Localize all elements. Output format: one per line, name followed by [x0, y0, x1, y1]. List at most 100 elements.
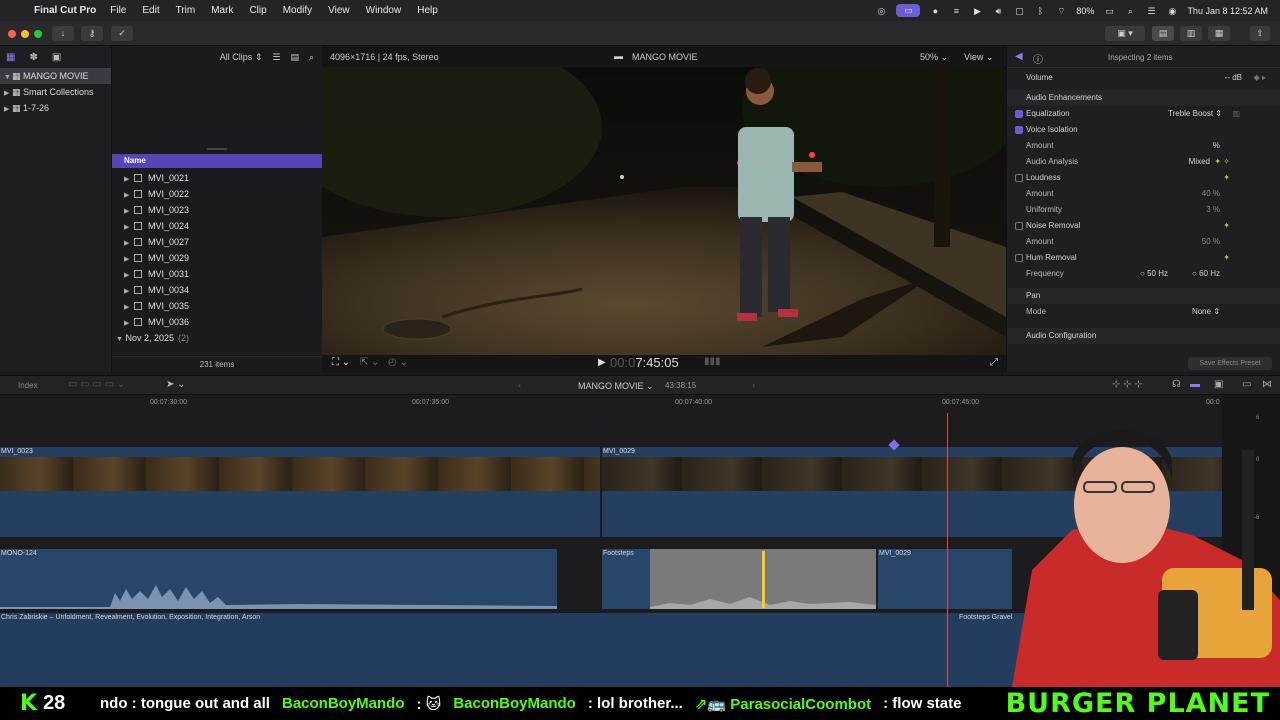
loudness-amount-value[interactable]: 40 %: [1202, 186, 1220, 202]
play-icon[interactable]: ▶: [971, 6, 983, 16]
screen-share-icon[interactable]: ▭: [896, 4, 921, 17]
layout-browser-icon[interactable]: ▤: [1152, 26, 1174, 41]
layout-inspector-icon[interactable]: ▦: [1208, 26, 1230, 41]
noise-removal-checkbox[interactable]: [1015, 222, 1023, 230]
menu-view[interactable]: View: [328, 5, 350, 16]
divider-handle[interactable]: [207, 148, 227, 150]
playhead[interactable]: [947, 413, 948, 687]
audio-enhancements-header[interactable]: Audio Enhancements: [1007, 90, 1280, 106]
date-group[interactable]: ▼ Nov 2, 2025 (2): [112, 330, 322, 346]
frequency-60-radio[interactable]: ○ 60 Hz: [1192, 266, 1220, 282]
zoom-window-button[interactable]: [34, 30, 42, 38]
clock[interactable]: Thu Jan 8 12:52 AM: [1187, 6, 1268, 16]
zoom-dropdown[interactable]: 50% ⌄: [920, 52, 948, 63]
list-item[interactable]: ▶ MVI_0022: [112, 186, 322, 202]
wand-icon[interactable]: ✦: [1223, 218, 1230, 234]
list-item[interactable]: ▶ MVI_0029: [112, 250, 322, 266]
control-center-icon[interactable]: ☰: [1145, 6, 1157, 16]
wifi-icon[interactable]: ⌔: [1055, 6, 1067, 16]
list-item[interactable]: ▶ MVI_0034: [112, 282, 322, 298]
list-item[interactable]: ▶ MVI_0024: [112, 218, 322, 234]
frequency-50-radio[interactable]: ○ 50 Hz: [1140, 266, 1168, 282]
equalization-checkbox[interactable]: [1015, 110, 1023, 118]
menu-file[interactable]: File: [110, 5, 126, 16]
menu-window[interactable]: Window: [366, 5, 402, 16]
skimming-icons[interactable]: ⊹ ⊹ ⊹: [1112, 379, 1143, 390]
noise-amount-value[interactable]: 50 %: [1202, 234, 1220, 250]
photos-tab-icon[interactable]: ✽: [29, 52, 37, 63]
library-root[interactable]: ▼▦ MANGO MOVIE: [0, 68, 111, 84]
headphones-icon[interactable]: ☊: [1172, 379, 1181, 390]
list-item[interactable]: ▶ MVI_0027: [112, 234, 322, 250]
pan-header[interactable]: Pan: [1007, 288, 1280, 304]
audio-clip-mono-124[interactable]: MONO-124: [0, 549, 557, 609]
menu-clip[interactable]: Clip: [249, 5, 266, 16]
volume-value[interactable]: -- dB: [1225, 70, 1242, 86]
import-icon[interactable]: ↓: [52, 26, 74, 41]
range-handle[interactable]: [762, 551, 765, 608]
app-name[interactable]: Final Cut Pro: [34, 5, 96, 16]
voice-isolation-amount-value[interactable]: %: [1213, 138, 1220, 154]
video-clip-mvi-0023[interactable]: MVI_0023: [0, 447, 600, 537]
search-icon[interactable]: ⌕: [309, 52, 314, 63]
transitions-icon[interactable]: ⋈: [1262, 379, 1272, 390]
menu-list-icon[interactable]: ≡: [950, 6, 962, 16]
mode-dropdown[interactable]: None ⇕: [1192, 304, 1220, 320]
view-dropdown[interactable]: View ⌄: [964, 52, 993, 63]
search-icon[interactable]: ⌕: [1124, 6, 1136, 16]
list-item[interactable]: ▶ MVI_0036: [112, 314, 322, 330]
audio-configuration-header[interactable]: Audio Configuration: [1007, 328, 1280, 344]
timecode-display[interactable]: 00:07:45:05: [610, 355, 679, 370]
timing-tool-icon[interactable]: ◴ ⌄: [388, 357, 408, 368]
wand-icon[interactable]: ✦ ✧: [1214, 154, 1230, 170]
battery-icon[interactable]: ▭: [1103, 6, 1115, 16]
background-tasks-icon[interactable]: ✓: [111, 26, 133, 41]
edit-tools-icon[interactable]: ▭ ▭ ▭ ▭ ⌄: [68, 379, 125, 390]
menu-mark[interactable]: Mark: [211, 5, 233, 16]
volume-icon[interactable]: 🔊︎: [992, 6, 1004, 16]
menu-help[interactable]: Help: [417, 5, 438, 16]
timeline-project-dropdown[interactable]: MANGO MOVIE ⌄: [578, 381, 654, 392]
fullscreen-icon[interactable]: ⤢: [990, 357, 998, 368]
layout-timeline-icon[interactable]: ▥: [1180, 26, 1202, 41]
wand-icon[interactable]: ✦: [1223, 170, 1230, 186]
loudness-checkbox[interactable]: [1015, 174, 1023, 182]
share-menu-icon[interactable]: ▣ ▾: [1105, 26, 1145, 41]
index-button[interactable]: Index: [18, 381, 38, 390]
audio-inspector-icon[interactable]: ◀︎: [1015, 51, 1023, 62]
timeline-ruler[interactable]: 00:07:30:00 00:07:35:00 00:07:40:00 00:0…: [0, 395, 1222, 413]
record-icon[interactable]: ●: [929, 6, 941, 16]
creative-cloud-icon[interactable]: ◎: [875, 6, 887, 16]
libraries-tab-icon[interactable]: ▦: [6, 52, 15, 63]
info-icon[interactable]: ⓘ: [1033, 51, 1043, 66]
menu-modify[interactable]: Modify: [283, 5, 312, 16]
name-column-header[interactable]: Name: [112, 154, 322, 168]
play-button[interactable]: ▶: [598, 357, 606, 368]
select-tool-icon[interactable]: ➤ ⌄: [166, 379, 186, 390]
list-view-icon[interactable]: ☰: [272, 52, 280, 63]
hum-removal-checkbox[interactable]: [1015, 254, 1023, 262]
uniformity-value[interactable]: 3 %: [1206, 202, 1220, 218]
menu-trim[interactable]: Trim: [176, 5, 196, 16]
back-icon[interactable]: ‹: [518, 380, 521, 390]
list-item[interactable]: ▶ MVI_0021: [112, 170, 322, 186]
equalization-dropdown[interactable]: Treble Boost ⇕: [1168, 106, 1222, 122]
keyword-icon[interactable]: ⚷: [81, 26, 103, 41]
speed-tool-icon[interactable]: ⇱ ⌄: [360, 357, 380, 368]
snapping-icon[interactable]: ▬: [1190, 379, 1200, 390]
titles-tab-icon[interactable]: ▣: [52, 52, 61, 63]
list-item[interactable]: ▶ MVI_0023: [112, 202, 322, 218]
library-item-event[interactable]: ▶ ▦ 1-7-26: [0, 100, 111, 116]
audio-clip-music[interactable]: Chris Zabriskie – Unfoldment, Revealment…: [0, 613, 958, 687]
siri-icon[interactable]: ◉: [1166, 6, 1178, 16]
effects-browser-icon[interactable]: ▭: [1242, 379, 1251, 390]
bluetooth-icon[interactable]: ᛒ: [1034, 6, 1046, 16]
close-window-button[interactable]: [8, 30, 16, 38]
clip-appearance-icon[interactable]: ▤: [290, 52, 299, 63]
clip-filter-dropdown[interactable]: All Clips ⇕: [220, 52, 263, 63]
voice-isolation-checkbox[interactable]: [1015, 126, 1023, 134]
keyframe-icon[interactable]: ◆ ▸: [1254, 70, 1266, 86]
list-item[interactable]: ▶ MVI_0031: [112, 266, 322, 282]
forward-icon[interactable]: ›: [752, 380, 755, 390]
audio-clip-mvi-0029[interactable]: MVI_0029: [878, 549, 1012, 609]
